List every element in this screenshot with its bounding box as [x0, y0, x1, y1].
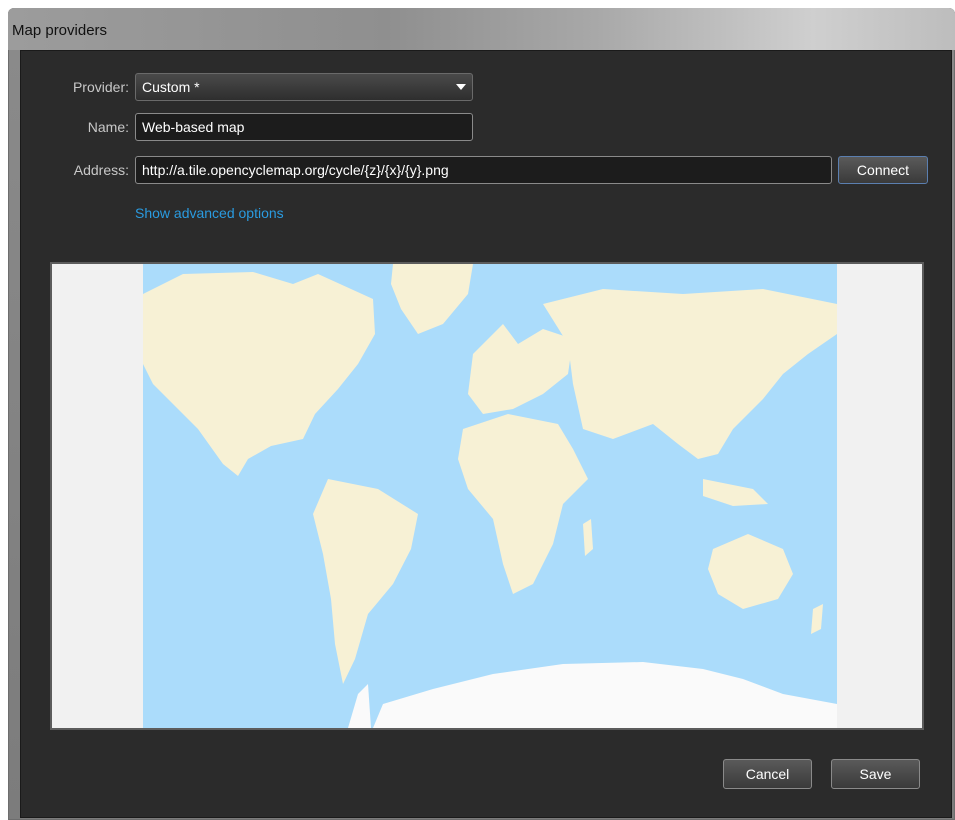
chevron-down-icon: [456, 84, 466, 90]
dialog-content: Provider: Custom * Name: Web-based map A…: [20, 50, 952, 818]
map-ocean: [143, 264, 837, 728]
europe-landmass: [468, 324, 573, 414]
map-providers-window: Map providers Provider: Custom * Name: W…: [8, 8, 955, 820]
asia-landmass: [543, 289, 837, 459]
north-america-landmass: [143, 272, 375, 476]
madagascar-landmass: [583, 519, 593, 556]
connect-button[interactable]: Connect: [838, 156, 928, 184]
africa-landmass: [458, 414, 588, 594]
map-preview[interactable]: [50, 262, 924, 730]
cancel-button[interactable]: Cancel: [723, 759, 812, 789]
name-field[interactable]: Web-based map: [135, 113, 473, 141]
address-field[interactable]: http://a.tile.opencyclemap.org/cycle/{z}…: [135, 156, 832, 184]
new-zealand-landmass: [811, 604, 823, 634]
southeast-asia-islands: [703, 479, 768, 506]
address-label: Address:: [73, 162, 129, 178]
australia-landmass: [708, 534, 793, 609]
name-field-value: Web-based map: [142, 119, 245, 135]
greenland-landmass: [391, 264, 473, 334]
show-advanced-options-link[interactable]: Show advanced options: [135, 205, 284, 221]
provider-label: Provider:: [72, 79, 129, 95]
world-map-graphic: [143, 264, 837, 728]
window-title: Map providers: [12, 22, 108, 39]
name-label: Name:: [87, 119, 129, 135]
address-row: Address: http://a.tile.opencyclemap.org/…: [21, 156, 928, 184]
south-america-landmass: [313, 479, 418, 684]
name-row: Name: Web-based map: [21, 113, 473, 141]
antarctica-landmass: [373, 662, 837, 728]
address-field-value: http://a.tile.opencyclemap.org/cycle/{z}…: [142, 162, 449, 178]
antarctic-peninsula: [348, 684, 371, 728]
provider-row: Provider: Custom *: [21, 73, 473, 101]
save-button[interactable]: Save: [831, 759, 920, 789]
title-bar[interactable]: Map providers: [8, 8, 955, 50]
provider-dropdown[interactable]: Custom *: [135, 73, 473, 101]
provider-selected-value: Custom *: [142, 79, 200, 95]
